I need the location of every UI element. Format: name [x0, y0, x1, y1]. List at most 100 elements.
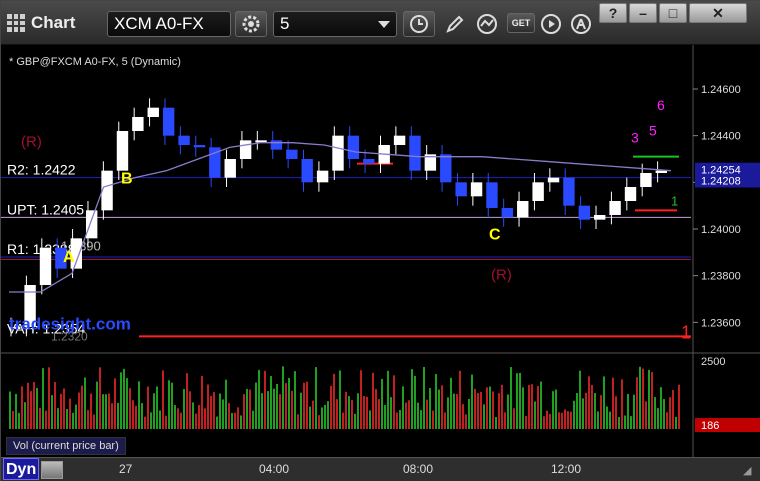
- volume-bar: [216, 416, 218, 429]
- volume-bar: [579, 370, 581, 429]
- volume-bar: [51, 395, 53, 429]
- volume-bar: [72, 412, 74, 429]
- volume-bar: [81, 385, 83, 429]
- candle-body: [563, 177, 575, 206]
- volume-bar: [417, 402, 419, 429]
- volume-bar: [279, 394, 281, 429]
- volume-bar: [306, 381, 308, 429]
- volume-bar: [84, 377, 86, 429]
- price-chart[interactable]: R2: 1.2422UPT: 1.2405R1: 1.2388VAH: 1.23…: [1, 1, 760, 481]
- volume-bar: [345, 391, 347, 429]
- volume-bar: [453, 393, 455, 429]
- volume-bar: [27, 382, 29, 429]
- price-tick-label: 1.23800: [701, 271, 741, 283]
- volume-bar: [69, 398, 71, 429]
- volume-bar: [186, 373, 188, 429]
- volume-bar: [30, 391, 32, 429]
- volume-bar: [129, 388, 131, 429]
- candle-body: [501, 208, 514, 218]
- volume-bar: [594, 393, 596, 429]
- volume-bar: [378, 399, 380, 429]
- volume-bar: [42, 368, 44, 429]
- volume-bar: [237, 407, 239, 429]
- price-tick-label: 1.24000: [701, 224, 741, 236]
- volume-bar: [438, 389, 440, 429]
- volume-bar: [372, 372, 374, 429]
- volume-bar: [498, 393, 500, 429]
- candle-body: [332, 135, 344, 171]
- candle-body: [470, 182, 483, 197]
- time-tick-0400: 04:00: [259, 462, 290, 476]
- volume-bar: [618, 416, 620, 429]
- volume-bar: [666, 412, 668, 429]
- volume-bar: [225, 379, 227, 429]
- volume-bar: [54, 382, 56, 429]
- volume-bar: [366, 396, 368, 429]
- volume-bar: [123, 368, 125, 429]
- volume-current-label: 186: [701, 420, 719, 432]
- volume-bar: [12, 410, 14, 429]
- resize-grip-icon[interactable]: ◢: [743, 464, 757, 478]
- volume-bar: [228, 403, 230, 429]
- volume-bar: [678, 384, 680, 429]
- volume-bar: [198, 405, 200, 429]
- volume-bar: [570, 411, 572, 429]
- annotation-count-1-red: 1: [681, 323, 691, 343]
- volume-bar: [102, 394, 104, 429]
- volume-bar: [342, 412, 344, 429]
- volume-bar: [585, 392, 587, 429]
- volume-bar: [639, 366, 641, 429]
- volume-bar: [144, 416, 146, 429]
- volume-bar: [108, 393, 110, 429]
- volume-bar: [630, 416, 632, 429]
- volume-bar: [195, 413, 197, 429]
- volume-bar: [264, 370, 266, 429]
- volume-bar: [642, 368, 644, 429]
- annotation-count-6: 6: [657, 97, 665, 113]
- candle-body: [409, 135, 421, 171]
- candle-body: [178, 135, 190, 145]
- volume-bar: [21, 386, 23, 429]
- link-icon[interactable]: [41, 461, 63, 479]
- dynamic-button[interactable]: Dyn: [3, 458, 40, 480]
- volume-bar: [576, 393, 578, 429]
- candle-body: [609, 201, 621, 215]
- volume-bar: [183, 389, 185, 429]
- volume-bar: [441, 385, 443, 429]
- volume-bar: [327, 401, 329, 429]
- volume-bar: [420, 410, 422, 429]
- volume-bar: [510, 367, 512, 429]
- volume-bar: [297, 414, 299, 429]
- volume-bar: [63, 388, 65, 429]
- volume-bar: [609, 411, 611, 429]
- volume-bar: [174, 405, 176, 429]
- volume-bar: [99, 367, 101, 429]
- annotation-r-mid: (R): [491, 267, 512, 284]
- volume-bar: [309, 406, 311, 429]
- volume-bar: [546, 410, 548, 429]
- volume-bar: [429, 388, 431, 429]
- annotation-count-3: 3: [631, 130, 639, 146]
- volume-bar: [171, 382, 173, 429]
- volume-bar: [159, 410, 161, 429]
- volume-bar: [531, 384, 533, 429]
- volume-bar: [75, 404, 77, 429]
- volume-bar: [162, 370, 164, 429]
- volume-bar: [147, 386, 149, 429]
- candle-body: [517, 201, 529, 218]
- volume-bar: [204, 408, 206, 429]
- price-tick-label: 1.24600: [701, 84, 741, 96]
- volume-bar: [288, 377, 290, 429]
- candle-body: [39, 247, 52, 285]
- volume-bar: [291, 390, 293, 429]
- volume-bar: [654, 397, 656, 429]
- chart-legend: * GBP@FXCM A0-FX, 5 (Dynamic): [9, 56, 181, 68]
- volume-bar: [399, 410, 401, 429]
- volume-bar: [285, 383, 287, 429]
- volume-bar: [525, 415, 527, 429]
- volume-bar: [555, 389, 557, 429]
- volume-bar: [165, 415, 167, 429]
- volume-bar: [660, 387, 662, 429]
- volume-bar: [294, 371, 296, 429]
- volume-bar: [300, 392, 302, 429]
